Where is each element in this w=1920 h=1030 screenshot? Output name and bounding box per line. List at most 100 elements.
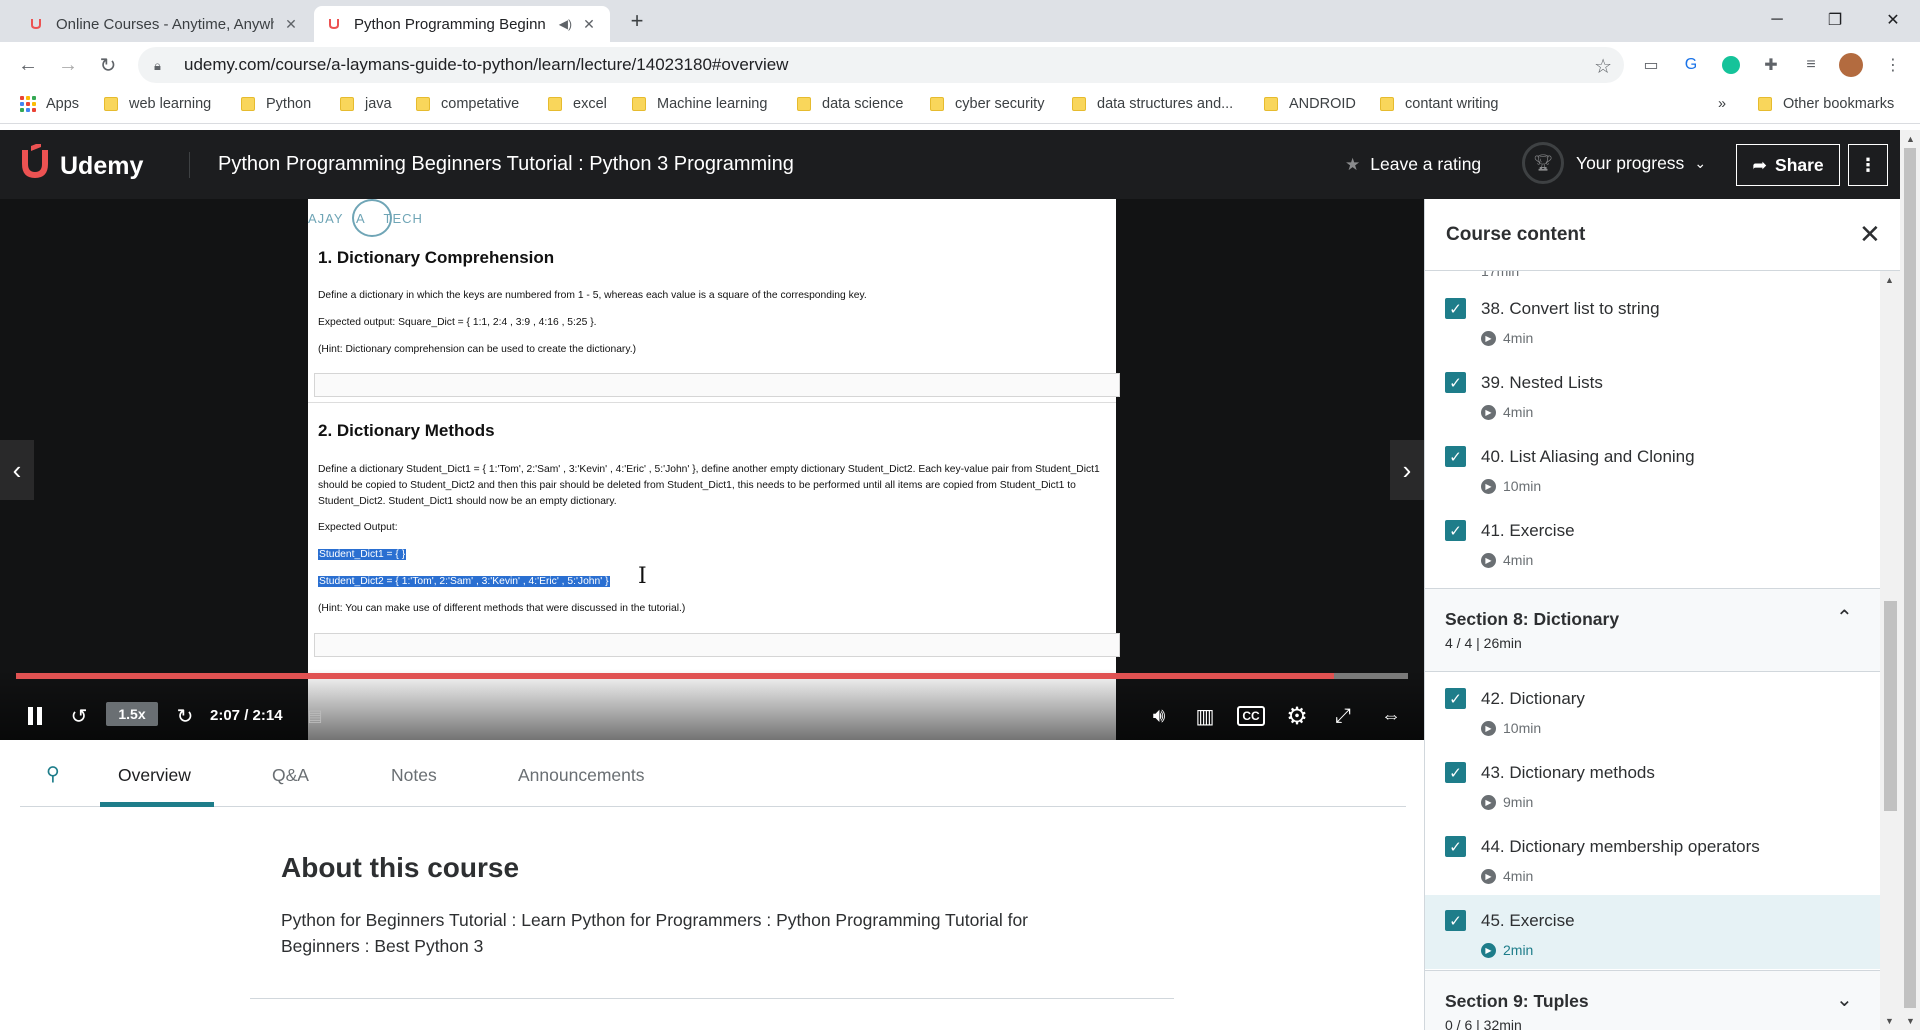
bookmark-java[interactable]: java xyxy=(340,96,392,112)
fullscreen-icon[interactable]: ⤢ xyxy=(1328,701,1358,731)
restore-window-icon[interactable]: ❐ xyxy=(1806,0,1864,40)
bookmark-python[interactable]: Python xyxy=(241,96,311,112)
lecture-title: 41. Exercise xyxy=(1481,521,1575,540)
video-player[interactable]: AJAY A TECH 1. Dictionary Comprehension … xyxy=(0,199,1424,740)
folder-icon xyxy=(797,97,811,111)
checkbox-checked-icon[interactable]: ✓ xyxy=(1445,762,1466,783)
audio-playing-icon[interactable]: ◀) xyxy=(559,17,572,31)
chevron-down-icon[interactable]: ⌄ xyxy=(1836,987,1853,1012)
checkbox-checked-icon[interactable]: ✓ xyxy=(1445,910,1466,931)
lecture-item[interactable]: ✓ 39. Nested Lists ▶ 4min xyxy=(1425,357,1880,431)
search-icon[interactable]: ⚲ xyxy=(46,763,60,786)
checkbox-checked-icon[interactable]: ✓ xyxy=(1445,520,1466,541)
lecture-duration: ▶ 4min xyxy=(1481,330,1533,346)
tab-overview[interactable]: Overview xyxy=(118,765,191,786)
bookmark-competative[interactable]: competative xyxy=(416,96,519,112)
forward-icon[interactable]: ↻ xyxy=(172,701,198,731)
volume-icon[interactable]: 🔊︎ xyxy=(1144,701,1174,731)
tab-notes[interactable]: Notes xyxy=(391,765,437,786)
bookmark-apps[interactable]: Apps xyxy=(20,96,79,112)
bookmark-label: excel xyxy=(573,96,607,112)
sidebar-scrollbar[interactable]: ▲ ▼ xyxy=(1880,271,1900,1030)
checkbox-checked-icon[interactable]: ✓ xyxy=(1445,372,1466,393)
back-arrow-icon[interactable]: ← xyxy=(12,49,44,81)
bookmark-data-science[interactable]: data science xyxy=(797,96,903,112)
lecture-title: 39. Nested Lists xyxy=(1481,373,1603,392)
bookmark-machine-learning[interactable]: Machine learning xyxy=(632,96,767,112)
media-queue-icon[interactable]: ≡ xyxy=(1798,52,1824,78)
share-button[interactable]: ➦ Share xyxy=(1736,144,1840,186)
bookmark-data-structures[interactable]: data structures and... xyxy=(1072,96,1233,112)
tab-close-icon[interactable]: ✕ xyxy=(282,15,300,33)
minimize-window-icon[interactable]: ─ xyxy=(1748,0,1806,40)
udemy-favicon-icon xyxy=(326,16,342,32)
play-circle-icon: ▶ xyxy=(1481,478,1496,494)
scrollbar-thumb[interactable] xyxy=(1904,148,1916,1008)
expand-width-icon[interactable]: ⇔ xyxy=(1374,701,1408,731)
lecture-item[interactable]: ✓ 43. Dictionary methods ▶ 9min xyxy=(1425,747,1880,821)
more-options-button[interactable]: ⋮ xyxy=(1848,144,1888,186)
lecture-item[interactable]: ✓ 44. Dictionary membership operators ▶ 4… xyxy=(1425,821,1880,895)
tab-announcements[interactable]: Announcements xyxy=(518,765,644,786)
lecture-item[interactable]: ✓ 42. Dictionary ▶ 10min xyxy=(1425,673,1880,747)
bookmarks-overflow-button[interactable]: » xyxy=(1718,96,1726,112)
checkbox-checked-icon[interactable]: ✓ xyxy=(1445,298,1466,319)
scroll-up-arrow-icon[interactable]: ▲ xyxy=(1906,134,1915,144)
close-window-icon[interactable]: ✕ xyxy=(1864,0,1920,40)
bookmark-label: competative xyxy=(441,96,520,112)
browser-tab-python-course[interactable]: Python Programming Beginn ◀) ✕ xyxy=(314,6,610,42)
bookmark-other[interactable]: Other bookmarks xyxy=(1758,96,1894,112)
udemy-logo[interactable]: Udemy xyxy=(18,142,143,189)
video-progress-fill xyxy=(16,673,1335,679)
playback-speed-button[interactable]: 1.5x xyxy=(106,702,158,726)
your-progress-button[interactable]: 🏆︎ Your progress ⌄ xyxy=(1522,142,1706,184)
forward-arrow-icon[interactable]: → xyxy=(52,49,84,81)
course-title[interactable]: Python Programming Beginners Tutorial : … xyxy=(218,153,794,176)
section-header-dictionary[interactable]: Section 8: Dictionary 4 / 4 | 26min ⌃ xyxy=(1425,588,1880,672)
chrome-menu-icon[interactable]: ⋮ xyxy=(1880,52,1906,78)
reload-icon[interactable]: ↻ xyxy=(92,49,124,81)
new-tab-button[interactable]: + xyxy=(622,6,652,36)
captions-icon[interactable]: CC xyxy=(1236,701,1266,731)
lecture-item[interactable]: ✓ 40. List Aliasing and Cloning ▶ 10min xyxy=(1425,431,1880,505)
grammarly-icon[interactable] xyxy=(1718,52,1744,78)
scrollbar-thumb[interactable] xyxy=(1884,601,1897,811)
transcript-icon[interactable]: ▥ xyxy=(1190,701,1220,731)
tab-qa[interactable]: Q&A xyxy=(272,765,309,786)
extensions-puzzle-icon[interactable]: ✚ xyxy=(1758,52,1784,78)
cast-icon[interactable]: ▭ xyxy=(1638,52,1664,78)
scroll-up-arrow-icon[interactable]: ▲ xyxy=(1885,275,1894,285)
checkbox-checked-icon[interactable]: ✓ xyxy=(1445,836,1466,857)
lecture-item[interactable]: ✓ 41. Exercise ▶ 4min xyxy=(1425,505,1880,579)
lecture-duration: ▶ 10min xyxy=(1481,478,1541,494)
page-scrollbar[interactable]: ▲ ▼ xyxy=(1900,130,1920,1030)
tab-close-icon[interactable]: ✕ xyxy=(580,15,598,33)
checkbox-checked-icon[interactable]: ✓ xyxy=(1445,688,1466,709)
close-icon[interactable]: ✕ xyxy=(1859,219,1881,250)
leave-rating-button[interactable]: ★ Leave a rating xyxy=(1345,154,1481,175)
section-header-tuples[interactable]: Section 9: Tuples 0 / 6 | 32min ⌄ xyxy=(1425,970,1880,1030)
bookmark-contant-writing[interactable]: contant writing xyxy=(1380,96,1499,112)
video-progress-bar[interactable] xyxy=(16,673,1408,679)
add-note-icon[interactable]: ▤ xyxy=(304,701,326,731)
bookmark-excel[interactable]: excel xyxy=(548,96,607,112)
browser-tab-udemy-home[interactable]: Online Courses - Anytime, Anywh ✕ xyxy=(16,6,312,42)
profile-avatar-icon[interactable] xyxy=(1838,52,1864,78)
scroll-down-arrow-icon[interactable]: ▼ xyxy=(1885,1016,1894,1026)
bookmark-cyber-security[interactable]: cyber security xyxy=(930,96,1044,112)
chevron-up-icon[interactable]: ⌃ xyxy=(1836,605,1853,630)
lecture-item[interactable]: ✓ 38. Convert list to string ▶ 4min xyxy=(1425,283,1880,357)
settings-gear-icon[interactable]: ⚙ xyxy=(1282,701,1312,731)
checkbox-checked-icon[interactable]: ✓ xyxy=(1445,446,1466,467)
bookmark-web-learning[interactable]: web learning xyxy=(104,96,211,112)
bookmark-star-icon[interactable]: ☆ xyxy=(1594,54,1612,79)
lecture-item-current[interactable]: ✓ 45. Exercise ▶ 2min xyxy=(1425,895,1880,969)
previous-lecture-button[interactable]: ‹ xyxy=(0,440,34,500)
rewind-icon[interactable]: ↺ xyxy=(66,701,92,731)
pause-icon[interactable] xyxy=(22,701,48,731)
bookmark-android[interactable]: ANDROID xyxy=(1264,96,1356,112)
scroll-down-arrow-icon[interactable]: ▼ xyxy=(1906,1016,1915,1026)
address-bar[interactable]: 🔒︎ udemy.com/course/a-laymans-guide-to-p… xyxy=(138,47,1624,83)
translate-icon[interactable]: G xyxy=(1678,52,1704,78)
next-lecture-button[interactable]: › xyxy=(1390,440,1424,500)
